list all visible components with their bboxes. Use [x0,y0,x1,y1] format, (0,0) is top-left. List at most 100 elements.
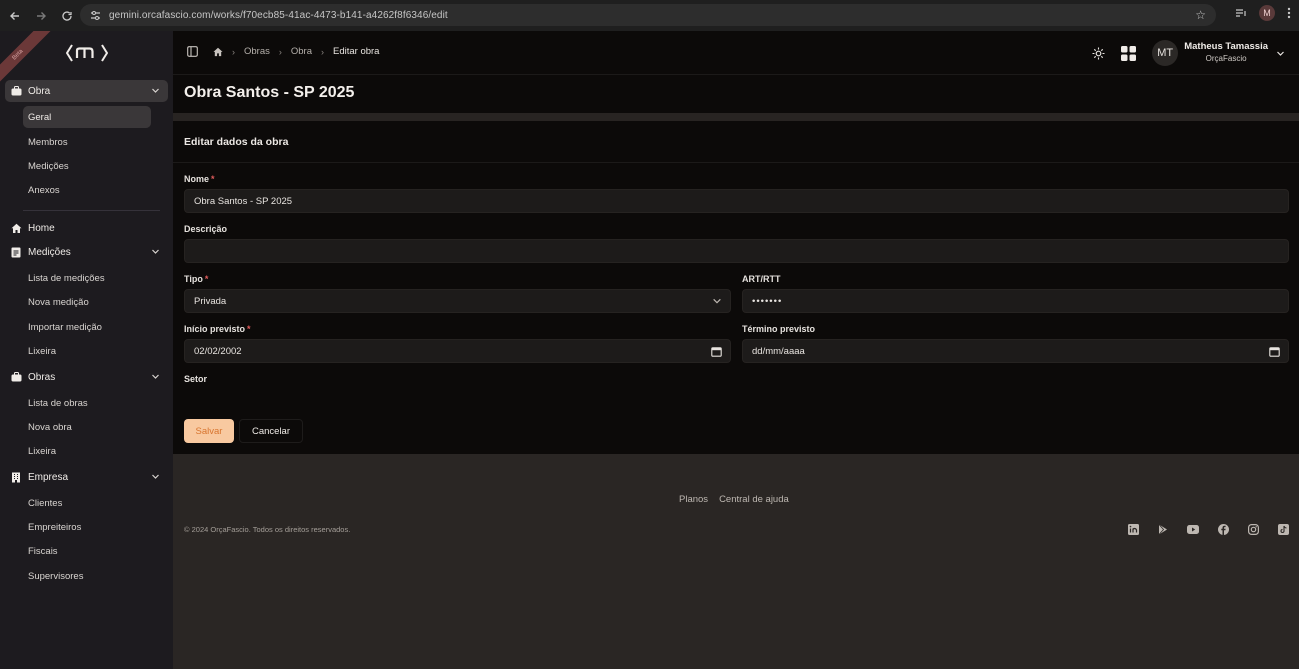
sidebar-toggle-icon[interactable] [187,46,198,57]
forward-button[interactable] [28,3,54,29]
sidebar-group-label: Obra [28,85,51,97]
main-content: › Obras › Obra › Editar obra MT Matheus … [173,31,1299,669]
required-mark: * [204,274,209,284]
address-url[interactable]: gemini.orcafascio.com/works/f70ecb85-41a… [109,10,448,21]
required-mark: * [247,324,251,334]
chevron-right-icon: › [321,46,324,57]
sidebar-group-empresa[interactable]: Empresa [5,466,168,488]
sidebar-item-membros[interactable]: Membros [23,131,151,153]
art-label: ART/RTT [742,274,781,284]
descricao-label: Descrição [184,224,228,234]
sidebar-item-geral[interactable]: Geral [23,106,151,128]
apps-grid-icon[interactable] [1121,45,1137,61]
page-header: Obra Santos - SP 2025 [173,75,1299,113]
home-icon [10,222,22,234]
bookmark-star-icon[interactable]: ☆ [1195,8,1206,22]
media-control-icon[interactable] [1235,7,1247,19]
sidebar-group-label: Obras [28,371,56,383]
sidebar-item-lista-medicoes[interactable]: Lista de medições [23,267,151,289]
breadcrumb-item-obra[interactable]: Obra [291,46,312,57]
sidebar-group-medicoes[interactable]: Medições [5,241,168,263]
sidebar: Beta Obra Geral Membros Medições Anexos … [0,31,173,669]
home-icon[interactable] [213,47,223,57]
termino-label: Término previsto [742,324,816,334]
linkedin-icon[interactable] [1127,523,1139,535]
breadcrumb: › Obras › Obra › Editar obra [187,46,379,57]
required-mark: * [211,174,215,184]
setor-label: Setor [184,374,208,384]
sidebar-item-nova-obra[interactable]: Nova obra [23,416,151,438]
form-divider [173,162,1299,163]
chevron-down-icon [151,247,160,256]
art-value: ••••••• [752,295,783,307]
chevron-down-icon [151,472,160,481]
browser-toolbar: gemini.orcafascio.com/works/f70ecb85-41a… [0,0,1299,31]
cancel-button[interactable]: Cancelar [239,419,303,443]
sidebar-item-anexos[interactable]: Anexos [23,179,151,201]
chevron-down-icon[interactable] [1276,49,1285,58]
page-title: Obra Santos - SP 2025 [184,84,355,101]
reload-button[interactable] [54,3,80,29]
tipo-select[interactable]: Privada [184,289,731,313]
sidebar-group-label: Medições [28,246,71,258]
breadcrumb-item-obras[interactable]: Obras [244,46,270,57]
footer-link-planos[interactable]: Planos [679,494,708,505]
sidebar-item-lista-obras[interactable]: Lista de obras [23,392,151,414]
user-name: Matheus Tamassia [1184,41,1268,52]
sidebar-item-supervisores[interactable]: Supervisores [23,565,151,587]
tipo-value: Privada [194,295,227,307]
form-title: Editar dados da obra [184,136,289,148]
youtube-icon[interactable] [1187,523,1199,535]
sidebar-group-label: Empresa [28,471,69,483]
tiktok-icon[interactable] [1277,523,1289,535]
sidebar-item-lixeira-medicoes[interactable]: Lixeira [23,340,151,362]
calendar-icon[interactable] [1269,346,1280,357]
tipo-label: Tipo * [184,274,209,284]
sidebar-item-home[interactable]: Home [5,217,168,239]
chevron-down-icon [151,372,160,381]
nome-field[interactable]: Obra Santos - SP 2025 [184,189,1289,213]
sidebar-item-importar-medicao[interactable]: Importar medição [23,316,151,338]
avatar[interactable]: MT [1152,40,1179,66]
calendar-icon[interactable] [711,346,722,357]
breadcrumb-current: Editar obra [333,46,380,57]
nome-value: Obra Santos - SP 2025 [194,195,293,207]
site-info-icon[interactable] [90,10,101,21]
inicio-date-field[interactable]: 02/02/2002 [184,339,731,363]
top-bar: › Obras › Obra › Editar obra MT Matheus … [173,31,1299,75]
sidebar-group-obra[interactable]: Obra [5,80,168,102]
theme-toggle-sun-icon[interactable] [1092,47,1105,60]
termino-date-field[interactable]: dd/mm/aaaa [742,339,1289,363]
instagram-icon[interactable] [1247,523,1259,535]
building-icon [10,471,22,483]
sidebar-group-obras[interactable]: Obras [5,366,168,388]
chevron-down-icon [712,296,722,306]
save-button[interactable]: Salvar [184,419,234,443]
chevron-right-icon: › [278,46,282,57]
play-store-icon[interactable] [1157,523,1169,535]
sidebar-item-clientes[interactable]: Clientes [23,492,151,514]
copyright: © 2024 OrçaFascio. Todos os direitos res… [184,525,351,534]
menu-kebab-icon[interactable] [1287,7,1291,19]
footer-link-central-ajuda[interactable]: Central de ajuda [719,494,789,505]
clipboard-icon [10,246,22,258]
address-bar[interactable]: gemini.orcafascio.com/works/f70ecb85-41a… [80,4,1216,26]
sidebar-item-empreiteiros[interactable]: Empreiteiros [23,516,151,538]
sidebar-item-fiscais[interactable]: Fiscais [23,540,151,562]
nome-label: Nome * [184,174,215,184]
descricao-field[interactable] [184,239,1289,263]
app-logo[interactable] [66,41,108,65]
edit-work-form: Editar dados da obra Nome * Obra Santos -… [173,121,1299,454]
user-company: OrçaFascio [1205,54,1247,63]
art-field[interactable]: ••••••• [742,289,1289,313]
back-button[interactable] [2,3,28,29]
sidebar-item-label: Home [28,222,55,234]
profile-avatar[interactable]: M [1259,5,1275,21]
sidebar-divider [23,210,160,211]
section-divider [173,113,1299,121]
user-menu[interactable]: Matheus Tamassia OrçaFascio [1184,41,1268,65]
sidebar-item-lixeira-obras[interactable]: Lixeira [23,440,151,462]
sidebar-item-medicoes[interactable]: Medições [23,155,151,177]
sidebar-item-nova-medicao[interactable]: Nova medição [23,291,151,313]
facebook-icon[interactable] [1217,523,1229,535]
